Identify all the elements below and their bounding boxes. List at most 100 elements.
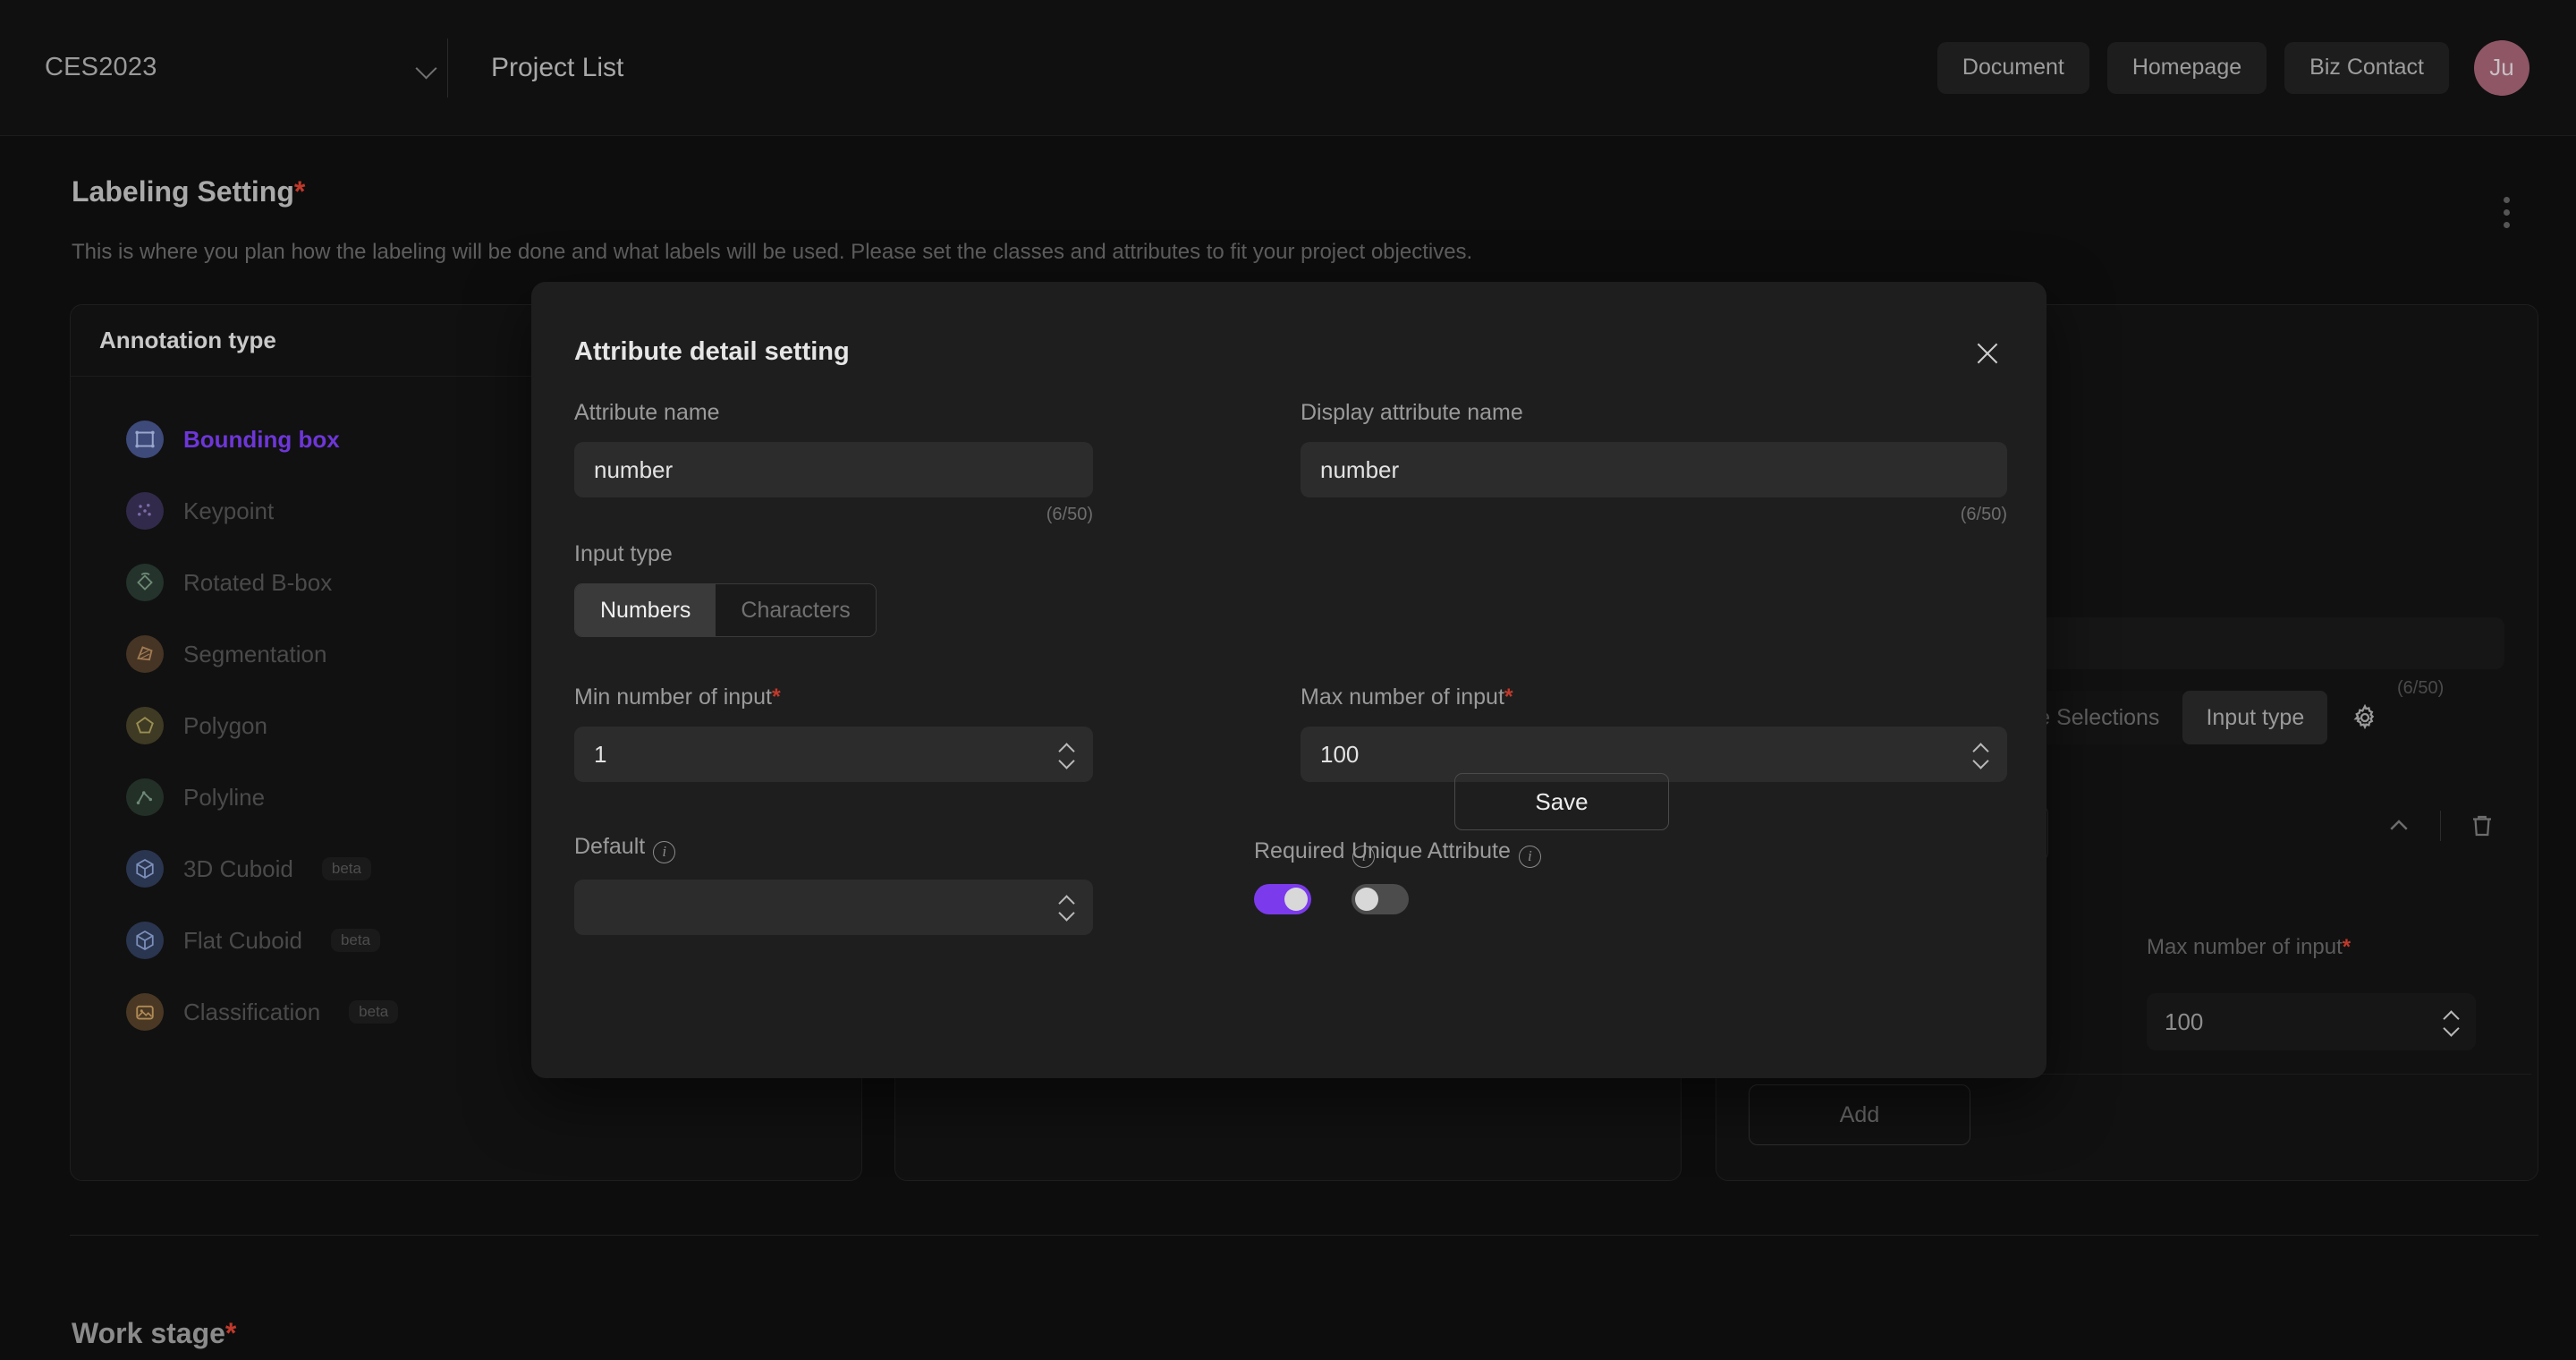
beta-badge: beta xyxy=(349,1000,399,1024)
required-asterisk: * xyxy=(293,175,306,208)
modal-title: Attribute detail setting xyxy=(574,337,850,366)
info-icon[interactable]: i xyxy=(1518,845,1541,868)
input-type-label: Input type xyxy=(574,541,673,566)
input-type-field: Input type Numbers Characters xyxy=(574,541,877,637)
stepper-updown-icon[interactable] xyxy=(1973,743,1987,767)
display-attribute-name-count: (6/50) xyxy=(1960,505,2007,524)
stepper-updown-icon[interactable] xyxy=(2444,1010,2458,1034)
display-attribute-name-field: Display attribute name number (6/50) xyxy=(1301,400,2007,525)
document-button[interactable]: Document xyxy=(1936,41,2089,94)
max-required-asterisk: * xyxy=(1504,684,1513,710)
annotation-type-label: Flat Cuboid xyxy=(183,926,302,954)
classification-icon xyxy=(126,993,164,1031)
min-number-label-text: Min number of input xyxy=(574,684,772,710)
attribute-name-input[interactable]: number xyxy=(574,442,1093,497)
display-attribute-name-label: Display attribute name xyxy=(1301,400,1523,425)
attribute-detail-modal: Attribute detail setting Attribute name … xyxy=(531,282,2046,1078)
max-number-label-text: Max number of input xyxy=(2147,935,2343,959)
annotation-type-label: Polygon xyxy=(183,711,267,739)
homepage-button[interactable]: Homepage xyxy=(2106,41,2267,94)
unique-attribute-toggle[interactable] xyxy=(1352,883,1409,914)
labeling-setting-title: Labeling Setting xyxy=(72,175,294,208)
required-label-text: Required xyxy=(1254,838,1345,863)
input-type-option-characters[interactable]: Characters xyxy=(716,584,876,636)
max-number-label: Max number of input* xyxy=(1301,684,2007,710)
attribute-char-count-bg: (6/50) xyxy=(2397,678,2445,698)
toggle-knob xyxy=(1355,887,1378,911)
cuboid-3d-icon xyxy=(126,850,164,888)
annotation-type-label: Polyline xyxy=(183,783,266,811)
input-type-option-numbers[interactable]: Numbers xyxy=(575,584,716,636)
avatar[interactable]: Ju xyxy=(2474,39,2529,96)
annotation-type-label: 3D Cuboid xyxy=(183,854,293,882)
labeling-setting-header: Labeling Setting* xyxy=(72,175,305,208)
top-bar: CES2023 Project List Document Homepage B… xyxy=(0,0,2576,136)
max-number-input-bg[interactable]: 100 xyxy=(2147,993,2476,1050)
max-required-asterisk-bg: * xyxy=(2342,935,2351,959)
close-icon[interactable] xyxy=(1966,332,2009,375)
attribute-name-input-bg[interactable] xyxy=(2021,617,2504,669)
project-selector[interactable]: CES2023 xyxy=(45,41,438,95)
work-stage-asterisk: * xyxy=(225,1317,237,1349)
rotated-bbox-icon xyxy=(126,564,164,601)
info-icon[interactable]: i xyxy=(653,840,676,863)
min-number-field: Min number of input* 1 xyxy=(574,684,1093,782)
save-button[interactable]: Save xyxy=(1454,773,1669,830)
unique-label-text: Unique Attribute xyxy=(1352,838,1511,863)
attribute-name-field: Attribute name number (6/50) xyxy=(574,400,1093,525)
annotation-type-label: Bounding box xyxy=(183,425,340,453)
keypoint-icon xyxy=(126,492,164,530)
min-number-input[interactable]: 1 xyxy=(574,727,1093,782)
work-stage-title: Work stage xyxy=(72,1317,225,1349)
project-name: CES2023 xyxy=(45,53,157,81)
polyline-icon xyxy=(126,778,164,816)
max-number-field: Max number of input* 100 xyxy=(1301,684,2007,782)
gear-icon[interactable] xyxy=(2345,698,2385,737)
default-input[interactable] xyxy=(574,879,1093,935)
default-label-text: Default xyxy=(574,834,646,859)
min-required-asterisk: * xyxy=(771,684,781,710)
action-divider xyxy=(2440,811,2441,841)
stepper-updown-icon[interactable] xyxy=(1059,743,1073,767)
bounding-box-icon xyxy=(126,421,164,458)
section-divider xyxy=(70,1235,2538,1236)
annotation-type-label: Keypoint xyxy=(183,497,275,524)
beta-badge: beta xyxy=(321,857,371,880)
kebab-menu-icon[interactable] xyxy=(2488,190,2524,234)
biz-contact-button[interactable]: Biz Contact xyxy=(2284,41,2449,94)
work-stage-header: Work stage* xyxy=(72,1317,236,1350)
default-label: Default i xyxy=(574,834,1093,863)
top-bar-actions: Document Homepage Biz Contact Ju xyxy=(1936,39,2529,96)
segmentation-icon xyxy=(126,635,164,673)
attribute-row-actions xyxy=(2379,806,2502,846)
max-number-label-text: Max number of input xyxy=(1301,684,1504,710)
app-root: CES2023 Project List Document Homepage B… xyxy=(0,0,2576,1360)
attribute-name-label: Attribute name xyxy=(574,400,720,425)
flat-cuboid-icon xyxy=(126,922,164,959)
max-number-value-bg: 100 xyxy=(2165,1007,2204,1035)
stepper-updown-icon[interactable] xyxy=(1059,895,1073,919)
page-title: Project List xyxy=(491,52,624,82)
chevron-down-icon xyxy=(415,56,438,80)
annotation-type-label: Classification xyxy=(183,998,321,1025)
required-toggle[interactable] xyxy=(1254,883,1311,914)
toggle-knob xyxy=(1284,887,1308,911)
display-attribute-name-input[interactable]: number xyxy=(1301,442,2007,497)
max-number-value: 100 xyxy=(1320,740,1360,768)
unique-attribute-toggle-field: Unique Attribute i xyxy=(1352,838,1541,914)
unique-attribute-label: Unique Attribute i xyxy=(1352,838,1541,868)
tab-input-type[interactable]: Input type xyxy=(2182,691,2328,744)
attribute-name-count: (6/50) xyxy=(1046,505,1093,524)
input-type-segmented-control: Numbers Characters xyxy=(574,583,877,637)
labeling-setting-description: This is where you plan how the labeling … xyxy=(72,240,1473,264)
annotation-type-label: Segmentation xyxy=(183,640,327,667)
max-number-label-bg: Max number of input* xyxy=(2147,935,2351,960)
add-button[interactable]: Add xyxy=(1749,1084,1970,1145)
polygon-icon xyxy=(126,707,164,744)
header-divider xyxy=(447,38,448,98)
trash-icon[interactable] xyxy=(2462,806,2502,846)
min-number-value: 1 xyxy=(594,740,607,768)
chevron-up-icon[interactable] xyxy=(2379,806,2419,846)
default-field: Default i xyxy=(574,834,1093,935)
beta-badge: beta xyxy=(330,929,381,952)
